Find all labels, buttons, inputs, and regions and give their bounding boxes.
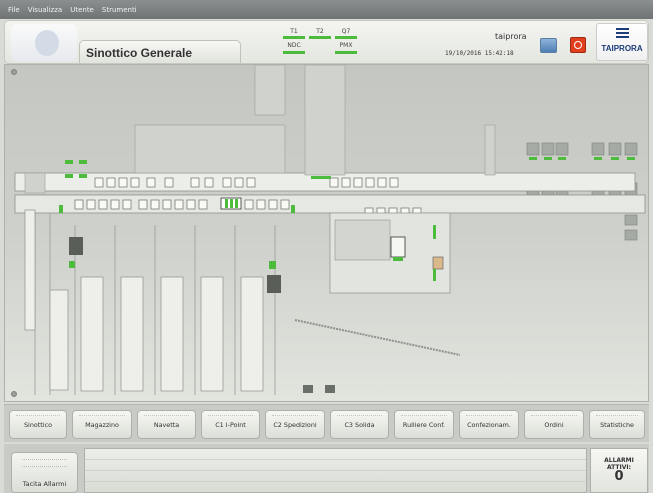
indicator-t1-bar [283,36,305,39]
header-panel: Sinottico Generale T1 NDC T2 Q7 PMX taip… [4,20,649,64]
page-title: Sinottico Generale [86,46,193,60]
nav-c1-ipoint-button[interactable]: C1 I-Point [201,410,260,439]
indicator-pmx-label: PMX [339,42,353,49]
nav-magazzino-button[interactable]: Magazzino [72,410,132,439]
nav-ordini-button[interactable]: Ordini [524,410,584,439]
indicator-ndc-bar [283,51,305,54]
synoptic-canvas [4,64,649,402]
alarm-row [85,471,586,482]
nav-statistiche-button[interactable]: Statistiche [589,410,645,439]
datetime: 19/10/2016 15:42:18 [445,50,514,57]
power-icon[interactable] [570,37,586,53]
nav-rulliere-conf-button[interactable]: Rulliere Conf. [394,410,454,439]
nav-c3-solida-button[interactable]: C3 Solida [330,410,389,439]
alarm-row [85,460,586,471]
nav-c2-spedizioni-button[interactable]: C2 Spedizioni [265,410,325,439]
screw-icon [11,391,17,397]
alarm-list[interactable] [84,448,587,493]
screw-icon [11,69,17,75]
brand-logo: TAIPRORA [596,23,648,61]
menu-strumenti[interactable]: Strumenti [102,6,137,14]
silence-alarms-button[interactable]: Tacita Allarmi [11,452,78,493]
indicator-t2-bar [309,36,331,39]
indicator-pmx-bar [335,51,357,54]
monitor-icon[interactable] [540,38,557,53]
indicator-ndc-label: NDC [287,42,301,49]
title-tab: Sinottico Generale [79,40,241,63]
menu-utente[interactable]: Utente [70,6,94,14]
company-logo [11,24,77,62]
active-alarms-counter: ALLARMI ATTIVI: 0 [590,448,648,493]
nav-button-bar: Sinottico Magazzino Navetta C1 I-Point C… [4,404,649,442]
user-name: taiprora [495,32,527,41]
menu-visualizza[interactable]: Visualizza [28,6,62,14]
nav-confezionam-button[interactable]: Confezionam. [459,410,519,439]
indicator-t1-label: T1 [290,28,298,35]
alarm-bar: Tacita Allarmi ALLARMI ATTIVI: 0 [4,444,649,493]
plant-schematic [14,65,646,395]
nav-sinottico-button[interactable]: Sinottico [9,410,67,439]
brand-text: TAIPRORA [601,44,643,53]
indicator-q7-bar [335,36,357,39]
indicator-t2-label: T2 [316,28,324,35]
menu-bar: File Visualizza Utente Strumenti [0,0,653,19]
active-alarms-count: 0 [614,469,624,484]
brand-icon [616,28,629,38]
nav-navetta-button[interactable]: Navetta [137,410,196,439]
indicator-q7-label: Q7 [341,28,351,35]
menu-file[interactable]: File [8,6,20,14]
alarm-row [85,449,586,460]
active-alarms-label-1: ALLARMI [604,457,634,464]
